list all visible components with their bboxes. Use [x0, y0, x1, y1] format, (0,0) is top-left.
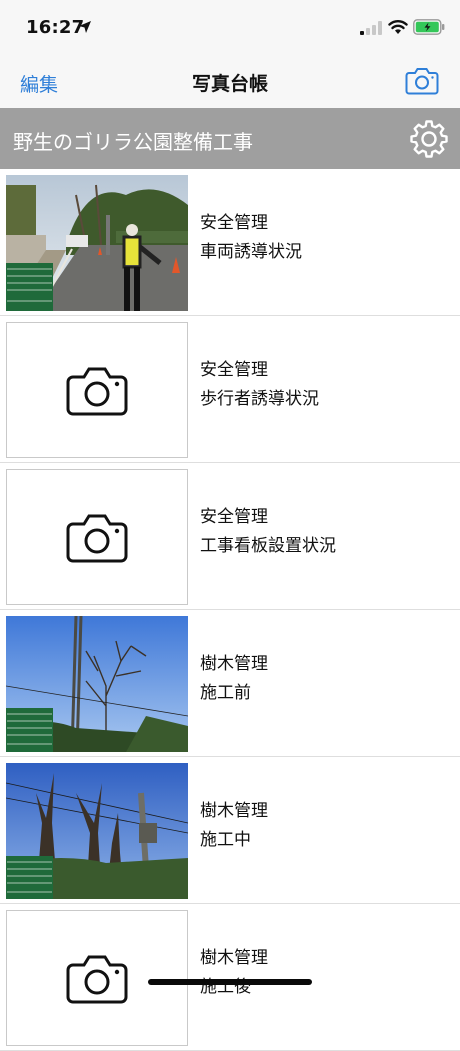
page-title: 写真台帳 — [191, 73, 268, 95]
battery-icon — [413, 19, 445, 35]
item-category: 安全管理 — [200, 360, 268, 380]
item-category: 樹木管理 — [200, 948, 268, 968]
gear-icon[interactable] — [409, 119, 449, 159]
list-item[interactable]: 樹木管理 施工中 — [0, 757, 460, 904]
item-labels: 樹木管理 施工中 — [200, 797, 268, 855]
list-item[interactable]: 安全管理 工事看板設置状況 — [0, 463, 460, 610]
list-item[interactable]: 樹木管理 施工前 — [0, 610, 460, 757]
item-title: 施工前 — [200, 683, 251, 703]
item-title: 歩行者誘導状況 — [200, 389, 319, 409]
project-header[interactable]: 野生のゴリラ公園整備工事 — [0, 108, 460, 169]
item-category: 樹木管理 — [200, 801, 268, 821]
photo-thumbnail — [6, 616, 188, 752]
wifi-icon — [388, 20, 408, 34]
list-item[interactable]: 安全管理 歩行者誘導状況 — [0, 316, 460, 463]
cellular-signal-icon — [360, 21, 382, 35]
status-bar: 16:27 — [0, 0, 460, 54]
location-arrow-icon — [79, 21, 91, 33]
navigation-bar: 編集 写真台帳 — [0, 54, 460, 108]
item-labels: 樹木管理 施工後 — [200, 944, 268, 1002]
item-title: 車両誘導状況 — [200, 242, 302, 262]
item-title: 工事看板設置状況 — [200, 536, 336, 556]
list-item[interactable]: 樹木管理 施工後 — [0, 904, 460, 1051]
item-category: 樹木管理 — [200, 654, 268, 674]
photo-thumbnail — [6, 175, 188, 311]
item-category: 安全管理 — [200, 213, 268, 233]
camera-placeholder-icon — [66, 955, 128, 1004]
item-title: 施工後 — [200, 977, 251, 997]
status-time: 16:27 — [26, 17, 85, 38]
camera-placeholder-icon — [66, 367, 128, 416]
item-labels: 安全管理 車両誘導状況 — [200, 209, 302, 267]
photo-list: 安全管理 車両誘導状況 安全管理 歩行者誘導状況 安全管理 工事看板設置状況 樹… — [0, 169, 460, 1051]
photo-placeholder[interactable] — [6, 322, 188, 458]
item-title: 施工中 — [200, 830, 251, 850]
photo-placeholder[interactable] — [6, 910, 188, 1046]
photo-thumbnail — [6, 763, 188, 899]
item-category: 安全管理 — [200, 507, 268, 527]
item-labels: 安全管理 工事看板設置状況 — [200, 503, 336, 561]
item-labels: 樹木管理 施工前 — [200, 650, 268, 708]
home-indicator[interactable] — [148, 979, 312, 985]
item-labels: 安全管理 歩行者誘導状況 — [200, 356, 319, 414]
project-title: 野生のゴリラ公園整備工事 — [13, 130, 253, 154]
camera-placeholder-icon — [66, 514, 128, 563]
photo-placeholder[interactable] — [6, 469, 188, 605]
list-item[interactable]: 安全管理 車両誘導状況 — [0, 169, 460, 316]
camera-icon[interactable] — [405, 66, 439, 96]
